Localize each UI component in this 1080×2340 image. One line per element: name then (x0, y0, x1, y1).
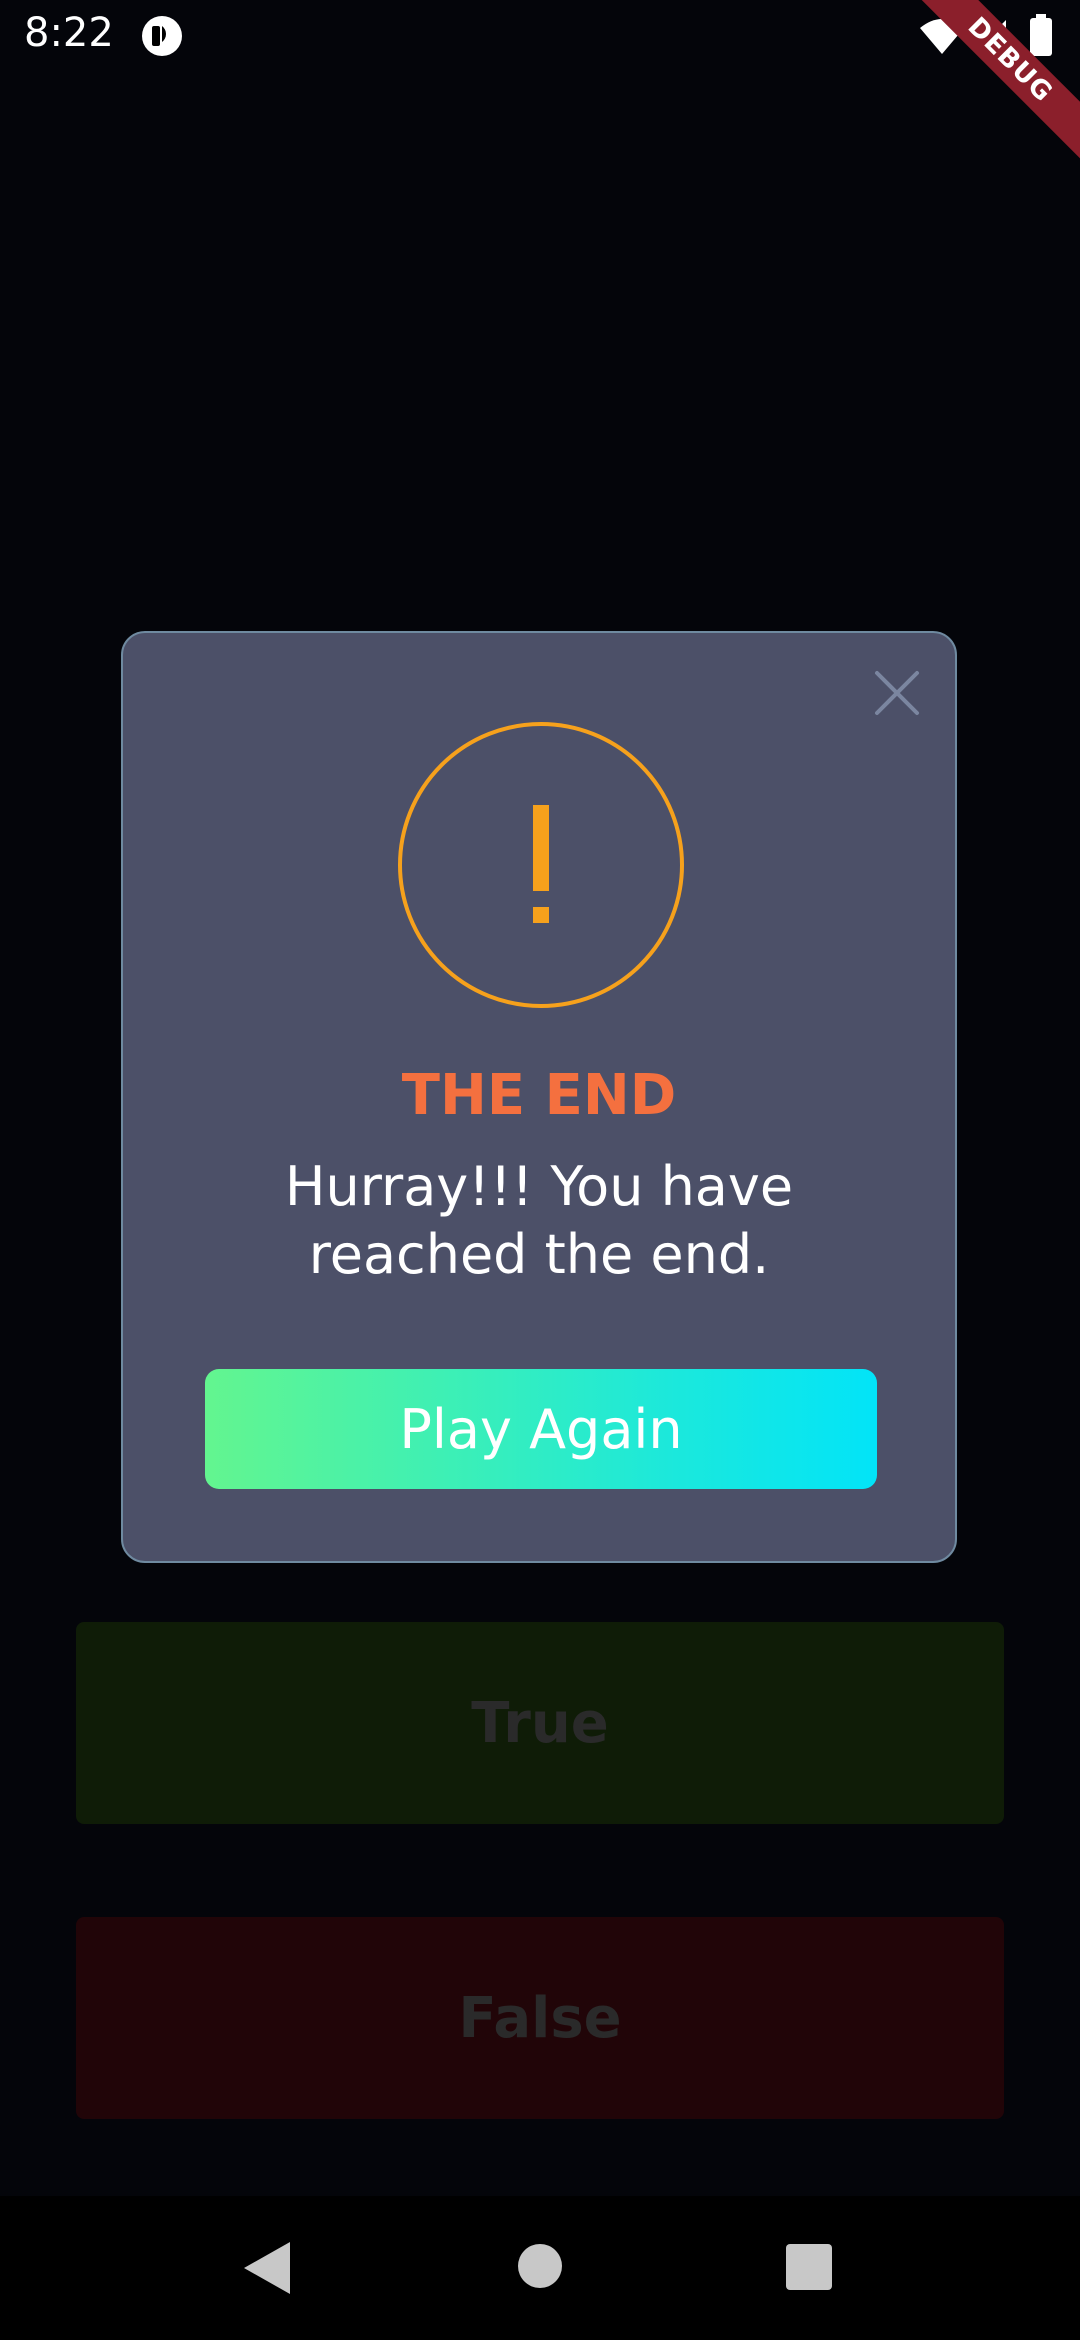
nav-home-icon[interactable] (518, 2244, 562, 2288)
play-again-label: Play Again (399, 1397, 683, 1461)
true-button[interactable]: True (76, 1622, 1004, 1824)
dialog-title: THE END (401, 1063, 677, 1128)
close-icon[interactable] (873, 669, 921, 717)
nav-back-icon[interactable] (242, 2240, 292, 2296)
status-time: 8:22 (24, 10, 114, 56)
warning-icon (398, 722, 684, 1008)
app-badge-icon (142, 16, 182, 56)
battery-icon (1030, 14, 1052, 56)
dialog-message: Hurray!!! You have reached the end. (284, 1155, 794, 1286)
play-again-button[interactable]: Play Again (205, 1369, 877, 1489)
status-bar: 8:22 DEBUG (0, 0, 1080, 181)
end-dialog: THE END Hurray!!! You have reached the e… (121, 631, 957, 1563)
false-button[interactable]: False (76, 1917, 1004, 2119)
nav-recents-icon[interactable] (786, 2244, 832, 2290)
false-button-label: False (458, 1985, 622, 2051)
navigation-bar (0, 2196, 1080, 2340)
true-button-label: True (471, 1690, 609, 1756)
